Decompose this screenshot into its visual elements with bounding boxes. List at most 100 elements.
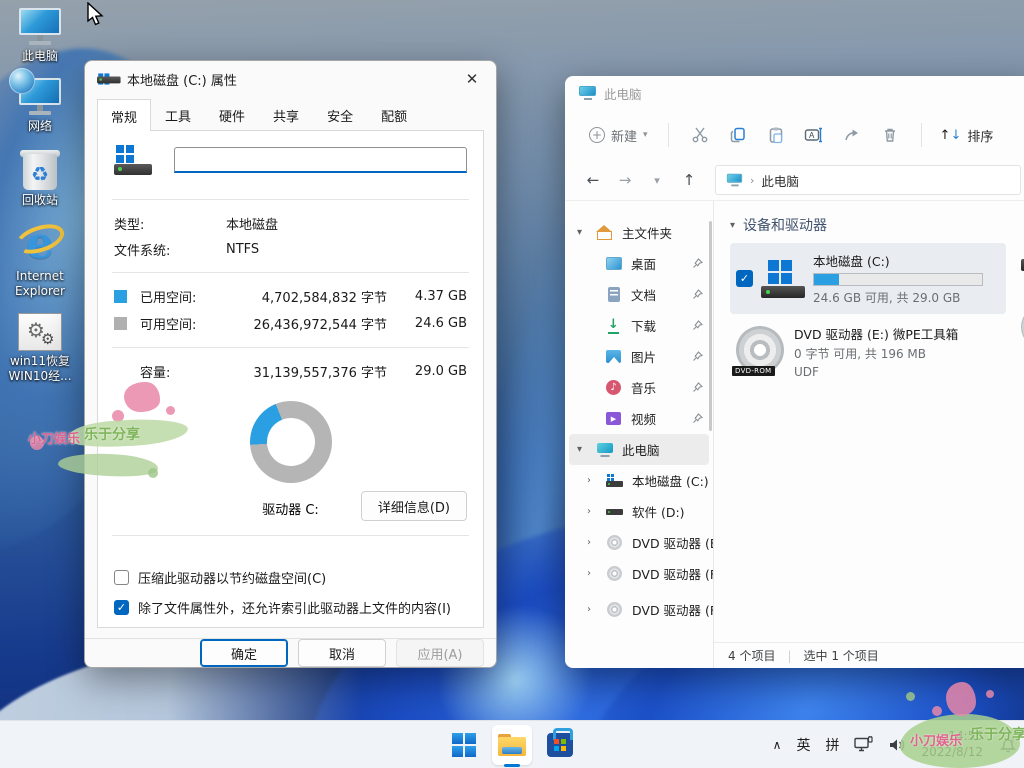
taskbar-file-explorer-button[interactable] <box>492 725 532 765</box>
chevron-right-icon[interactable]: › <box>587 506 597 517</box>
taskbar: ∧ 英 拼 14:55 2022/8/12 z <box>0 720 1024 768</box>
delete-button[interactable] <box>871 119 909 151</box>
share-icon <box>843 126 861 144</box>
hidden-icons-chevron[interactable]: ∧ <box>773 738 782 752</box>
index-checkbox-row[interactable]: ✓ 除了文件属性外，还允许索引此驱动器上文件的内容(I) <box>114 592 467 622</box>
tab-general[interactable]: 常规 <box>97 99 151 131</box>
compress-checkbox-row[interactable]: 压缩此驱动器以节约磁盘空间(C) <box>114 562 467 592</box>
dvd-icon <box>606 535 623 550</box>
desktop-icon-this-pc[interactable]: 此电脑 <box>2 8 78 64</box>
sidebar-item-desktop[interactable]: 桌面 <box>565 248 713 279</box>
pin-icon <box>692 382 703 393</box>
tab-tools[interactable]: 工具 <box>151 99 205 130</box>
volume-label-input[interactable] <box>174 147 467 173</box>
sidebar-item-this-pc[interactable]: ▾ 此电脑 <box>569 434 709 465</box>
dvd-icon <box>606 602 623 617</box>
sidebar-scrollbar[interactable] <box>709 221 712 431</box>
explorer-titlebar[interactable]: 此电脑 <box>565 76 1024 110</box>
address-bar[interactable]: › 此电脑 <box>715 165 1021 195</box>
rename-button[interactable]: A <box>795 119 833 151</box>
start-button[interactable] <box>444 725 484 765</box>
tab-hardware[interactable]: 硬件 <box>205 99 259 130</box>
svg-text:A: A <box>809 131 815 140</box>
desktop-icon-internet-explorer[interactable]: e Internet Explorer <box>2 222 78 299</box>
apply-button[interactable]: 应用(A) <box>396 639 484 667</box>
sidebar-item-documents[interactable]: 文档 <box>565 279 713 310</box>
drive-item-dvd-e[interactable]: DVD-ROM DVD 驱动器 (E:) 微PE工具箱 0 字节 可用, 共 1… <box>736 326 1024 381</box>
sidebar-item-music[interactable]: ♪ 音乐 <box>565 372 713 403</box>
desktop-icon-win11-restore[interactable]: ⚙⚙ win11恢复 WIN10经... <box>2 313 78 384</box>
taskbar-store-button[interactable] <box>540 725 580 765</box>
chevron-right-icon[interactable]: › <box>587 568 597 579</box>
recycle-bin-icon: ♻ <box>20 148 60 190</box>
sort-button[interactable]: ↑↓ 排序 <box>934 120 1000 151</box>
group-header-devices[interactable]: ▾ 设备和驱动器 <box>730 215 1024 235</box>
index-checkbox[interactable]: ✓ <box>114 600 129 615</box>
sidebar-item-pictures[interactable]: 图片 <box>565 341 713 372</box>
ime-language-indicator[interactable]: 英 <box>796 735 810 755</box>
network-icon <box>17 78 63 116</box>
sidebar-item-videos[interactable]: ▶ 视频 <box>565 403 713 434</box>
item-checkbox[interactable]: ✓ <box>736 270 753 287</box>
sidebar-item-dvd-f[interactable]: › DVD 驱动器 (F:) <box>565 558 713 589</box>
pictures-icon <box>605 349 622 364</box>
sidebar-item-disk-d[interactable]: › 软件 (D:) <box>565 496 713 527</box>
drive-caption: 驱动器 C: <box>262 499 319 518</box>
microsoft-store-icon <box>547 733 573 757</box>
dialog-footer: 确定 取消 应用(A) <box>85 638 496 667</box>
used-space-label: 已用空间: <box>140 287 226 306</box>
recent-locations-chevron[interactable]: ▾ <box>643 166 671 194</box>
sidebar-item-dvd-2[interactable]: › DVD 驱动器 (F:) <box>565 594 713 625</box>
details-button[interactable]: 详细信息(D) <box>361 491 467 521</box>
internet-explorer-icon: e <box>18 222 62 266</box>
copy-button[interactable] <box>719 119 757 151</box>
cut-button[interactable] <box>681 119 719 151</box>
desktop-folder-icon <box>605 256 622 271</box>
navigation-bar: ← → ▾ ↑ › 此电脑 <box>565 160 1024 200</box>
dvd-rom-badge: DVD-ROM <box>732 366 775 376</box>
desktop-icon-recycle-bin[interactable]: ♻ 回收站 <box>2 148 78 208</box>
dialog-titlebar[interactable]: 本地磁盘 (C:) 属性 ✕ <box>85 61 496 97</box>
sidebar-item-dvd-e[interactable]: › DVD 驱动器 (E:) <box>565 527 713 558</box>
sidebar-item-label: 软件 (D:) <box>632 502 685 521</box>
chevron-down-icon[interactable]: ▾ <box>577 227 587 238</box>
cancel-button[interactable]: 取消 <box>298 639 386 667</box>
drive-name: DVD 驱动器 (E:) 微PE工具箱 <box>794 326 958 345</box>
ime-mode-indicator[interactable]: 拼 <box>825 735 839 755</box>
sidebar-item-downloads[interactable]: ↓ 下载 <box>565 310 713 341</box>
share-button[interactable] <box>833 119 871 151</box>
divider <box>112 347 469 348</box>
forward-button[interactable]: → <box>611 166 639 194</box>
chevron-right-icon[interactable]: › <box>587 475 597 486</box>
notification-bell-icon[interactable]: z <box>998 736 1018 754</box>
divider <box>112 272 469 273</box>
network-icon[interactable] <box>854 736 873 753</box>
close-icon[interactable]: ✕ <box>452 64 492 94</box>
breadcrumb-location[interactable]: 此电脑 <box>761 171 799 190</box>
videos-icon: ▶ <box>605 411 622 426</box>
chevron-down-icon[interactable]: ▾ <box>577 444 587 455</box>
drive-item-c[interactable]: ✓ 本地磁盘 (C:) 24.6 GB 可用, 共 29.0 GB <box>730 243 1006 314</box>
chevron-right-icon[interactable]: › <box>587 537 597 548</box>
back-button[interactable]: ← <box>579 166 607 194</box>
this-pc-icon <box>727 174 742 187</box>
ok-button[interactable]: 确定 <box>200 639 288 667</box>
sidebar-item-home[interactable]: ▾ 主文件夹 <box>565 217 713 248</box>
divider <box>112 199 469 200</box>
drive-free-space: 24.6 GB 可用, 共 29.0 GB <box>813 289 996 306</box>
chevron-right-icon[interactable]: › <box>587 604 597 615</box>
tab-quota[interactable]: 配额 <box>367 99 421 130</box>
paste-button[interactable] <box>757 119 795 151</box>
speaker-icon[interactable] <box>888 737 906 753</box>
tab-sharing[interactable]: 共享 <box>259 99 313 130</box>
compress-checkbox[interactable] <box>114 570 129 585</box>
tab-security[interactable]: 安全 <box>313 99 367 130</box>
desktop-icon-network[interactable]: 网络 <box>2 78 78 134</box>
taskbar-clock[interactable]: 14:55 2022/8/12 <box>921 729 983 760</box>
compress-checkbox-label: 压缩此驱动器以节约磁盘空间(C) <box>138 568 326 587</box>
up-button[interactable]: ↑ <box>675 166 703 194</box>
new-button[interactable]: + 新建 ▾ <box>581 120 656 151</box>
dvd-rom-icon: DVD-ROM <box>736 326 784 374</box>
capacity-label: 容量: <box>140 362 226 381</box>
sidebar-item-local-disk-c[interactable]: › 本地磁盘 (C:) <box>565 465 713 496</box>
